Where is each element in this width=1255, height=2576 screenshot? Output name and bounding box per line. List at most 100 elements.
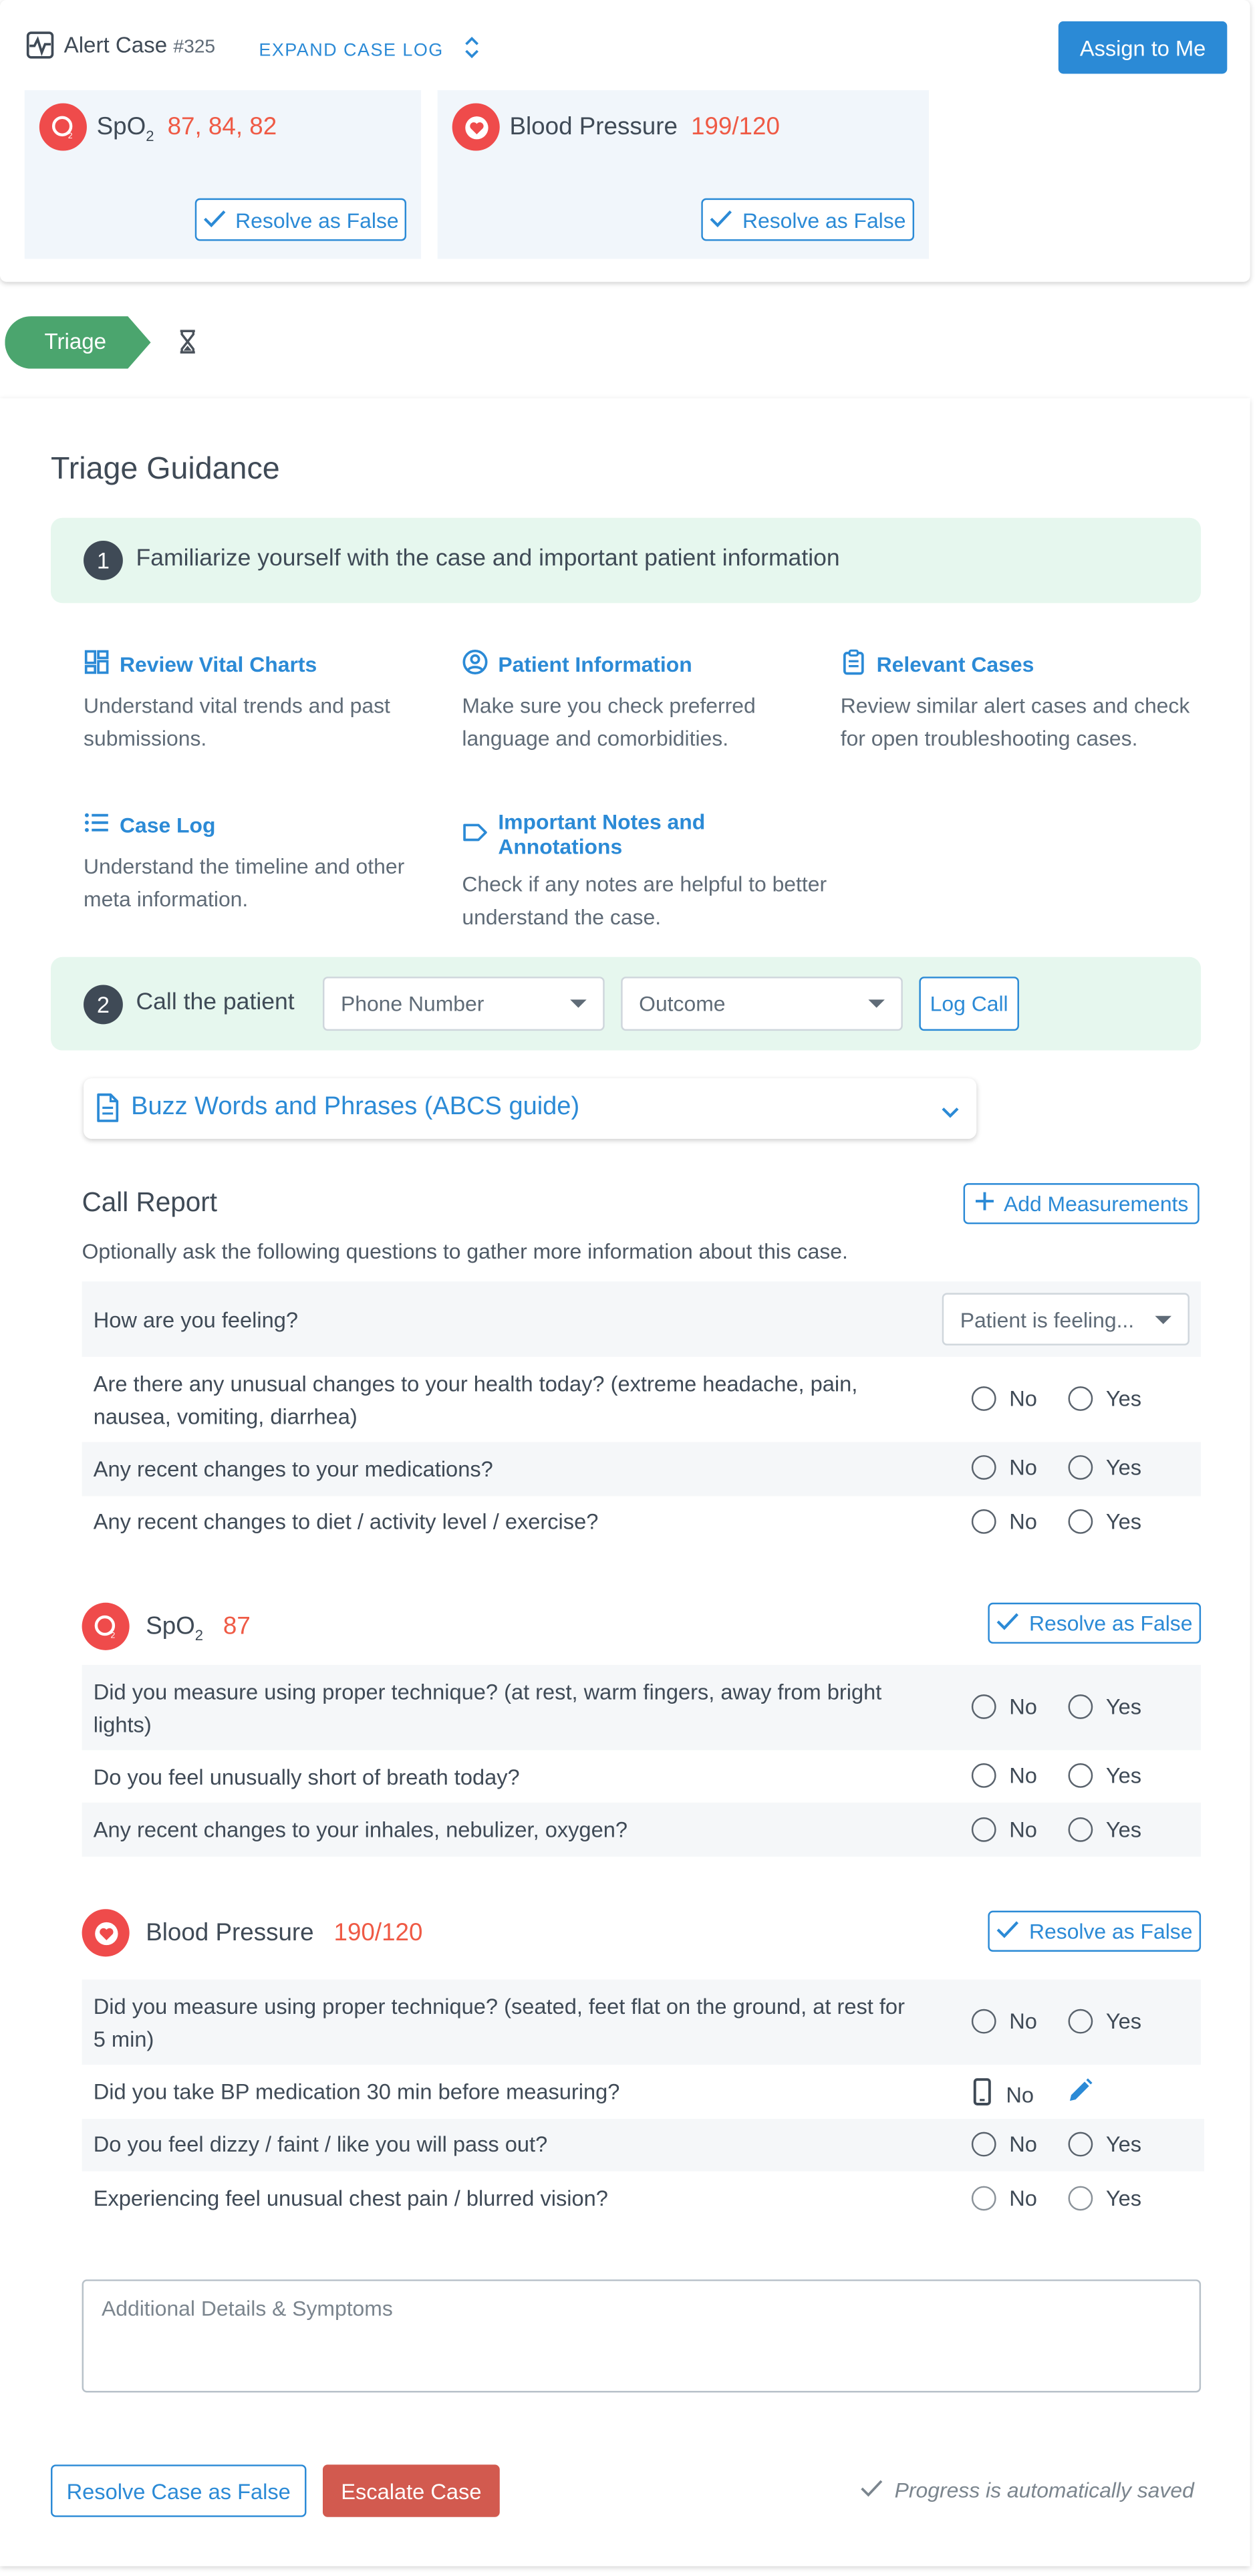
guide-patient-information-title: Patient Information [498, 652, 692, 677]
question-text: Experiencing feel unusual chest pain / b… [93, 2186, 608, 2211]
feeling-select[interactable]: Patient is feeling... [942, 1293, 1190, 1345]
guide-case-log[interactable]: Case Log Understand the timeline and oth… [84, 809, 428, 914]
radio-circle [1068, 1817, 1093, 1842]
label-icon [462, 820, 488, 848]
radio-circle [971, 2132, 996, 2157]
radio-no[interactable]: No [971, 2009, 1037, 2034]
outcome-select[interactable]: Outcome [621, 977, 903, 1031]
radio-no[interactable]: No [971, 2132, 1037, 2157]
spo2-section-title: SpO2 87 [146, 1612, 251, 1644]
guide-relevant-cases[interactable]: Relevant Cases Review similar alert case… [841, 649, 1201, 754]
bp-section-title: Blood Pressure 190/120 [146, 1919, 422, 1947]
escalate-case-button[interactable]: Escalate Case [322, 2464, 500, 2517]
question-text: Are there any unusual changes to your he… [93, 1372, 858, 1428]
radio-yes[interactable]: Yes [1068, 1455, 1142, 1480]
radio-no[interactable]: No [971, 1694, 1037, 1719]
triage-stage-chip[interactable]: Triage [5, 316, 151, 369]
bp-section-resolve-button[interactable]: Resolve as False [988, 1910, 1202, 1952]
radio-yes-label: Yes [1105, 2009, 1142, 2034]
question-text: Did you measure using proper technique? … [93, 1679, 882, 1736]
question-text: Any recent changes to diet / activity le… [93, 1509, 599, 1534]
hourglass-icon [178, 330, 196, 359]
radio-circle [971, 1694, 996, 1719]
guide-review-vital-charts-title: Review Vital Charts [119, 652, 317, 677]
radio-yes[interactable]: Yes [1068, 1694, 1142, 1719]
user-circle-icon [462, 649, 488, 680]
additional-details-placeholder: Additional Details & Symptoms [102, 2295, 393, 2321]
expand-case-log-button[interactable]: EXPAND CASE LOG [259, 36, 479, 64]
radio-no-label: No [1009, 1386, 1037, 1411]
outcome-placeholder: Outcome [639, 991, 726, 1017]
radio-circle [971, 1455, 996, 1480]
plus-icon [974, 1191, 994, 1216]
radio-no-label: No [1009, 1694, 1037, 1719]
phone-number-select[interactable]: Phone Number [322, 977, 605, 1031]
svg-text:2: 2 [110, 1630, 115, 1640]
spo2-section-resolve-label: Resolve as False [1029, 1611, 1193, 1636]
spo2-alert-title: SpO2 87, 84, 82 [97, 113, 277, 144]
check-icon [996, 1919, 1019, 1944]
guide-review-vital-charts-desc: Understand vital trends and past submiss… [84, 693, 390, 750]
autosave-status: Progress is automatically saved [860, 2478, 1194, 2502]
check-icon [710, 207, 732, 232]
radio-circle [971, 1509, 996, 1534]
radio-yes[interactable]: Yes [1068, 1763, 1141, 1788]
radio-no[interactable]: No [971, 1509, 1037, 1534]
radio-no-label: No [1009, 1817, 1037, 1842]
step-1-number-text: 1 [96, 547, 110, 574]
question-text: Did you take BP medication 30 min before… [93, 2079, 620, 2104]
radio-yes[interactable]: Yes [1068, 1386, 1142, 1411]
guide-review-vital-charts[interactable]: Review Vital Charts Understand vital tre… [84, 649, 428, 754]
guide-important-notes[interactable]: Important Notes and Annotations Check if… [462, 809, 831, 932]
radio-yes-label: Yes [1105, 1386, 1142, 1411]
step-2-text: Call the patient [136, 989, 295, 1017]
edit-pencil-icon[interactable] [1069, 2078, 1093, 2107]
svg-text:2: 2 [68, 131, 73, 140]
spo2-resolve-button[interactable]: Resolve as False [194, 198, 407, 241]
assign-to-me-button[interactable]: Assign to Me [1058, 21, 1228, 74]
radio-no[interactable]: No [971, 1817, 1037, 1842]
radio-no[interactable]: No [971, 1763, 1037, 1788]
case-number: #325 [173, 37, 216, 57]
resolve-case-false-label: Resolve Case as False [66, 2478, 291, 2503]
guide-important-notes-title: Important Notes and Annotations [498, 809, 706, 859]
radio-no[interactable]: No [971, 1455, 1037, 1480]
guide-case-log-title: Case Log [119, 813, 216, 838]
radio-circle [971, 1763, 996, 1788]
spo2-section-resolve-button[interactable]: Resolve as False [988, 1602, 1202, 1644]
radio-circle [971, 1817, 996, 1842]
radio-yes-label: Yes [1105, 1817, 1142, 1842]
radio-yes[interactable]: Yes [1068, 1817, 1142, 1842]
radio-yes[interactable]: Yes [1068, 2009, 1142, 2034]
guide-relevant-cases-desc: Review similar alert cases and check for… [840, 693, 1190, 750]
check-icon [860, 2478, 883, 2502]
radio-no[interactable]: No [971, 1386, 1037, 1411]
radio-yes-label: Yes [1105, 1509, 1142, 1534]
radio-yes[interactable]: Yes [1068, 1509, 1142, 1534]
radio-circle [1068, 1386, 1093, 1411]
bp-resolve-button[interactable]: Resolve as False [701, 198, 915, 241]
bp-section-resolve-label: Resolve as False [1029, 1918, 1193, 1944]
guide-patient-information[interactable]: Patient Information Make sure you check … [462, 649, 814, 754]
case-label: Alert Case [63, 33, 168, 57]
radio-yes[interactable]: Yes [1068, 2186, 1141, 2211]
log-call-button[interactable]: Log Call [919, 977, 1019, 1031]
add-measurements-button[interactable]: Add Measurements [963, 1183, 1200, 1225]
radio-circle [1068, 1455, 1093, 1480]
autosave-text: Progress is automatically saved [894, 2477, 1194, 2502]
resolve-case-false-button[interactable]: Resolve Case as False [51, 2464, 307, 2517]
radio-no-label: No [1009, 2186, 1037, 2211]
radio-yes-label: Yes [1105, 1694, 1142, 1719]
radio-yes-label: Yes [1105, 2132, 1142, 2157]
caret-down-icon [868, 999, 885, 1008]
radio-yes-label: Yes [1105, 1455, 1142, 1480]
pulse-icon [26, 31, 54, 59]
device-answer-label: No [1006, 2081, 1034, 2107]
radio-circle [971, 2186, 996, 2211]
radio-no[interactable]: No [971, 2186, 1037, 2211]
check-icon [996, 1611, 1019, 1636]
phone-icon [973, 2078, 991, 2111]
additional-details-textarea[interactable]: Additional Details & Symptoms [82, 2279, 1202, 2393]
radio-circle [1068, 2186, 1093, 2211]
radio-yes[interactable]: Yes [1068, 2132, 1142, 2157]
